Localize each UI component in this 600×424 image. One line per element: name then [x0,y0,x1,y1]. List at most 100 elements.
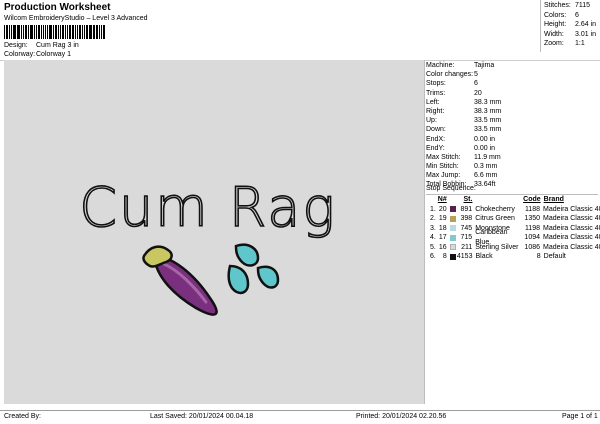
stop-sequence-title: Stop Sequence: [426,185,476,192]
page-title: Production Worksheet [4,2,111,13]
design-stat-label: Zoom: [544,40,564,47]
param-value: Tajima [474,62,495,69]
param-row: Up: 33.5 mm [426,116,598,125]
design-value: Cum Rag 3 in [36,42,79,49]
stop-index: 2. [429,215,436,222]
stop-sequence-row: 2. 19 398 Citrus Green 1350 Madeira Classic 4… [426,214,600,224]
stitch-count: 4153 [456,253,473,260]
thread-brand: Madeira Classic 40 [543,243,600,251]
thread-code: 1350 [524,215,540,222]
design-stat-label: Colors: [544,11,567,19]
param-label: Max Jump: [426,172,461,180]
design-stat-value: 7115 [575,2,591,9]
param-value: 38.3 mm [474,98,502,106]
thread-name: Citrus Green [475,215,515,222]
color-swatch [449,215,456,222]
param-row: EndX: 0.00 in [426,135,598,144]
stitch-count: 745 [460,224,473,232]
stop-sequence-row: 6. 8 4153 Black 8 Default [426,252,598,262]
colorway-label: Colorway: [4,51,36,58]
param-value: 6.6 mm [474,172,498,180]
param-row: Machine: Tajima [426,61,598,70]
design-preview-canvas[interactable]: Cum Rag [4,60,424,404]
param-value: 33.64ft [474,181,496,189]
design-stat-value: 3.01 in [575,30,597,38]
design-stat-row: Height: 2.64 in [544,21,600,31]
eggplant-icon [142,245,218,316]
design-row: Design: Cum Rag 3 in [4,42,79,49]
stop-index: 1. [429,205,436,213]
thread-brand: Madeira Classic 40 [543,234,600,241]
stop-sequence-row: 4. 17 715 Caribbean Blue 1094 Madeira Classic… [426,229,600,246]
color-swatch [449,234,456,241]
thread-code: 1094 [524,234,540,241]
design-text: Cum Rag [79,176,337,239]
color-swatch [449,206,456,213]
stop-sequence-header: N# St. Code Brand [426,195,598,205]
printed-date: Printed: 20/01/2024 02.20.56 [356,413,447,420]
page-number: Page 1 of 1 [562,413,598,420]
software-subtitle: Wilcom EmbroideryStudio – Level 3 Advanc… [4,15,148,22]
param-row: Stops: 6 [426,79,598,88]
stop-sequence-row: 1. 20 891 Chokecherry 1188 Madeira Classic 40 [426,205,600,215]
param-label: Min Stitch: [426,163,459,171]
param-row: Min Stitch: 0.3 mm [426,162,598,171]
design-stat-value: 1:1 [575,40,585,47]
param-label: Right: [426,107,445,115]
param-value: 33.5 mm [474,117,502,125]
design-preview-svg: Cum Rag [78,175,337,316]
thread-name: Sterling Silver [475,243,519,251]
param-value: 5 [474,71,478,79]
design-stat-row: Colors: 6 [544,12,600,22]
design-stat-row: Width: 3.01 in [544,31,600,41]
col-st: St. [463,196,473,203]
top-divider [540,0,541,52]
thread-brand: Madeira Classic 40 [543,205,600,213]
param-value: 20 [474,89,482,97]
param-row: Down: 33.5 mm [426,125,598,134]
thread-name: Black [475,253,493,260]
param-row: Color changes: 5 [426,70,598,79]
param-label: Left: [426,98,440,106]
stitch-count: 891 [460,205,473,213]
design-stat-value: 2.64 in [575,21,597,28]
design-label: Design: [4,42,28,49]
color-swatch [449,225,456,232]
param-row: Right: 38.3 mm [426,107,598,116]
color-swatch [449,253,456,260]
thread-code: 8 [536,253,541,260]
param-label: Machine: [426,62,455,69]
param-row: Max Stitch: 11.9 mm [426,153,598,162]
design-stats: Stitches: 7115 Colors: 6 Height: 2.64 in Width… [544,2,600,50]
design-stat-label: Width: [544,30,564,38]
param-label: EndY: [426,144,445,152]
needle-number: 18 [438,224,447,232]
design-stat-label: Height: [544,21,567,28]
stop-sequence-table: N# St. Code Brand 1. 20 891 Chokecherry 1188… [426,195,600,262]
param-value: 11.9 mm [474,153,501,161]
stitch-count: 398 [460,215,473,222]
param-label: Down: [426,126,446,134]
param-label: Max Stitch: [426,153,461,161]
param-value: 0.00 in [474,144,496,152]
stop-index: 3. [429,224,436,232]
param-label: Trims: [426,89,446,97]
param-label: Stops: [426,80,446,88]
thread-code: 1198 [524,224,540,232]
param-row: EndY: 0.00 in [426,144,598,153]
param-value: 33.5 mm [474,126,502,134]
footer-divider [0,410,600,411]
param-row: Trims: 20 [426,89,598,98]
design-stat-row: Zoom: 1:1 [544,40,600,50]
thread-brand: Madeira Classic 40 [543,224,600,232]
col-code: Code [523,196,541,203]
needle-number: 20 [438,205,447,213]
param-row: Max Jump: 6.6 mm [426,171,598,180]
param-label: Color changes: [426,71,474,79]
stitch-count: 211 [461,243,473,251]
design-stat-label: Stitches: [544,2,571,9]
thread-name: Chokecherry [475,205,515,213]
stop-index: 6. [430,253,436,260]
panel-divider [424,60,425,404]
thread-brand: Default [543,253,566,260]
